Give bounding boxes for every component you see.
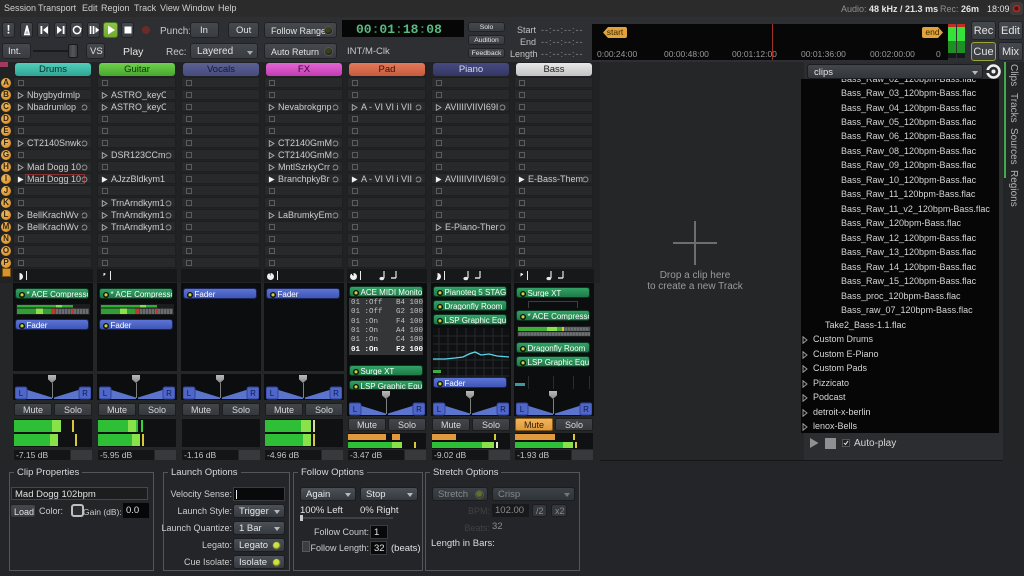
svg-text:R: R	[250, 389, 256, 398]
svg-text:L: L	[19, 389, 24, 398]
svg-text:R: R	[500, 405, 506, 414]
svg-text:L: L	[103, 389, 108, 398]
svg-text:R: R	[583, 405, 589, 414]
svg-text:L: L	[270, 389, 275, 398]
svg-text:R: R	[82, 389, 88, 398]
svg-text:L: L	[353, 405, 358, 414]
svg-text:R: R	[416, 405, 422, 414]
svg-text:L: L	[187, 389, 192, 398]
svg-text:R: R	[333, 389, 339, 398]
svg-text:L: L	[437, 405, 442, 414]
svg-text:L: L	[520, 405, 525, 414]
svg-text:R: R	[166, 389, 172, 398]
